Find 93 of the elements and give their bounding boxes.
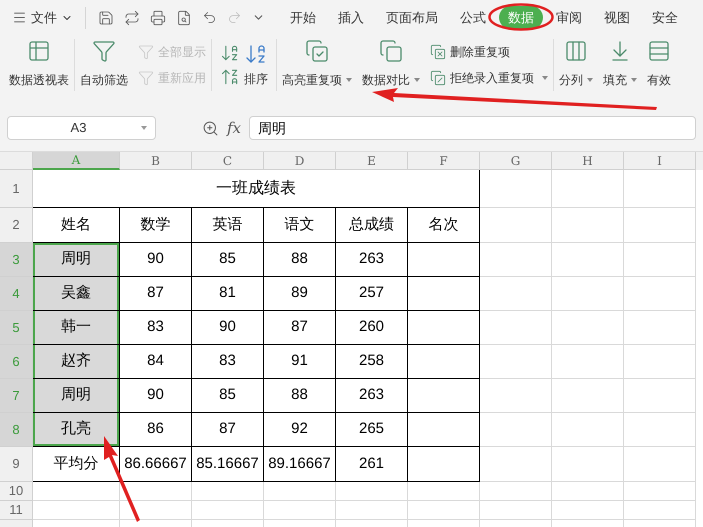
copy-icon xyxy=(379,39,403,63)
filter-icon xyxy=(138,70,154,86)
menu-tab[interactable]: 安全 xyxy=(643,6,687,30)
menu-tab[interactable]: 插入 xyxy=(329,6,373,30)
table-cell: 91 xyxy=(264,345,336,379)
table-cell: 87 xyxy=(192,413,264,447)
ribbon-button[interactable]: 高亮重复项 xyxy=(277,35,357,89)
row-header[interactable]: 9 xyxy=(0,447,33,482)
table-cell: 周明 xyxy=(33,379,120,413)
table-cell: 83 xyxy=(120,311,192,345)
caret-icon xyxy=(631,78,637,82)
ribbon-button[interactable]: 自动筛选 xyxy=(75,35,133,89)
ribbon-button[interactable]: 数据透视表 xyxy=(4,35,74,89)
table-cell: 263 xyxy=(336,243,408,277)
table-cell: 吴鑫 xyxy=(33,277,120,311)
table-cell: 257 xyxy=(336,277,408,311)
table-cell: 语文 xyxy=(264,208,336,243)
table-cell: 86.66667 xyxy=(120,447,192,482)
name-box[interactable]: A3 xyxy=(7,116,156,140)
table-cell: 265 xyxy=(336,413,408,447)
table-cell: 84 xyxy=(120,345,192,379)
table-cell: 88 xyxy=(264,379,336,413)
table-cell: 90 xyxy=(120,243,192,277)
menu-icon xyxy=(12,10,27,25)
menu-tab[interactable]: 页面布局 xyxy=(377,6,447,30)
table-cell: 名次 xyxy=(408,208,480,243)
ribbon-button[interactable]: 分列 xyxy=(554,35,598,89)
table-cell: 88 xyxy=(264,243,336,277)
file-menu[interactable]: 文件 xyxy=(12,8,81,28)
table-cell: 85 xyxy=(192,379,264,413)
table-cell: 81 xyxy=(192,277,264,311)
table-cell: 孔亮 xyxy=(33,413,120,447)
menu-tab[interactable]: 公式 xyxy=(451,6,495,30)
table-cell: 数学 xyxy=(120,208,192,243)
columns-icon xyxy=(564,39,588,63)
ribbon-button[interactable]: 数据对比 xyxy=(357,35,425,89)
save-icon[interactable] xyxy=(98,10,114,26)
menu-tab[interactable]: 审阅 xyxy=(547,6,591,30)
sort-descending-icon[interactable] xyxy=(220,67,240,87)
undo-icon[interactable] xyxy=(202,10,217,25)
sort-ascending-icon[interactable] xyxy=(220,43,240,63)
copy-check-icon xyxy=(305,39,329,63)
table-cell: 83 xyxy=(192,345,264,379)
table-cell: 总成绩 xyxy=(336,208,408,243)
print-icon[interactable] xyxy=(150,10,166,26)
table-cell: 92 xyxy=(264,413,336,447)
filter-icon xyxy=(92,39,116,63)
filter-icon xyxy=(138,44,154,60)
sort-button[interactable]: 排序 xyxy=(244,70,268,88)
table-cell: 姓名 xyxy=(33,208,120,243)
table-cell: 赵齐 xyxy=(33,345,120,379)
table-cell: 87 xyxy=(120,277,192,311)
caret-icon xyxy=(346,78,352,82)
table-cell: 261 xyxy=(336,447,408,482)
table-cell: 263 xyxy=(336,379,408,413)
table-icon xyxy=(27,39,51,63)
row-header[interactable]: 11 xyxy=(0,501,33,520)
formula-field[interactable]: 周明 xyxy=(249,116,696,140)
ribbon-button[interactable]: 有效 xyxy=(642,35,676,89)
table-title: 一班成绩表 xyxy=(33,170,480,208)
ribbon-button[interactable]: 拒绝录入重复项 xyxy=(430,69,548,87)
table-cell: 90 xyxy=(120,379,192,413)
caret-icon xyxy=(141,126,147,130)
table-cell: 英语 xyxy=(192,208,264,243)
print-preview-icon[interactable] xyxy=(176,10,192,26)
table-cell: 韩一 xyxy=(33,311,120,345)
table-cell: 平均分 xyxy=(33,447,120,482)
table-cell: 258 xyxy=(336,345,408,379)
table-cell: 89.16667 xyxy=(264,447,336,482)
table-cell: 260 xyxy=(336,311,408,345)
table-cell: 87 xyxy=(264,311,336,345)
annotation-ellipse xyxy=(488,3,554,31)
ribbon-button[interactable]: 删除重复项 xyxy=(430,43,548,61)
fx-label[interactable]: fx xyxy=(227,116,242,140)
caret-icon xyxy=(587,78,593,82)
table-cell: 85.16667 xyxy=(192,447,264,482)
table-cell: 86 xyxy=(120,413,192,447)
copy-delete-icon xyxy=(430,44,446,60)
zoom-icon[interactable] xyxy=(202,120,219,136)
caret-icon xyxy=(414,78,420,82)
row-header[interactable]: 2 xyxy=(0,208,33,243)
copy-block-icon xyxy=(430,70,446,86)
menu-tab[interactable]: 开始 xyxy=(281,6,325,30)
menu-tab[interactable]: 视图 xyxy=(595,6,639,30)
table-cell: 周明 xyxy=(33,243,120,277)
rows-icon xyxy=(647,39,671,63)
table-cell: 90 xyxy=(192,311,264,345)
caret-icon xyxy=(542,76,548,80)
row-header[interactable]: 10 xyxy=(0,482,33,501)
row-header[interactable]: 1 xyxy=(0,170,33,208)
table-cell: 89 xyxy=(264,277,336,311)
table-cell: 85 xyxy=(192,243,264,277)
ribbon-button[interactable]: 填充 xyxy=(598,35,642,89)
